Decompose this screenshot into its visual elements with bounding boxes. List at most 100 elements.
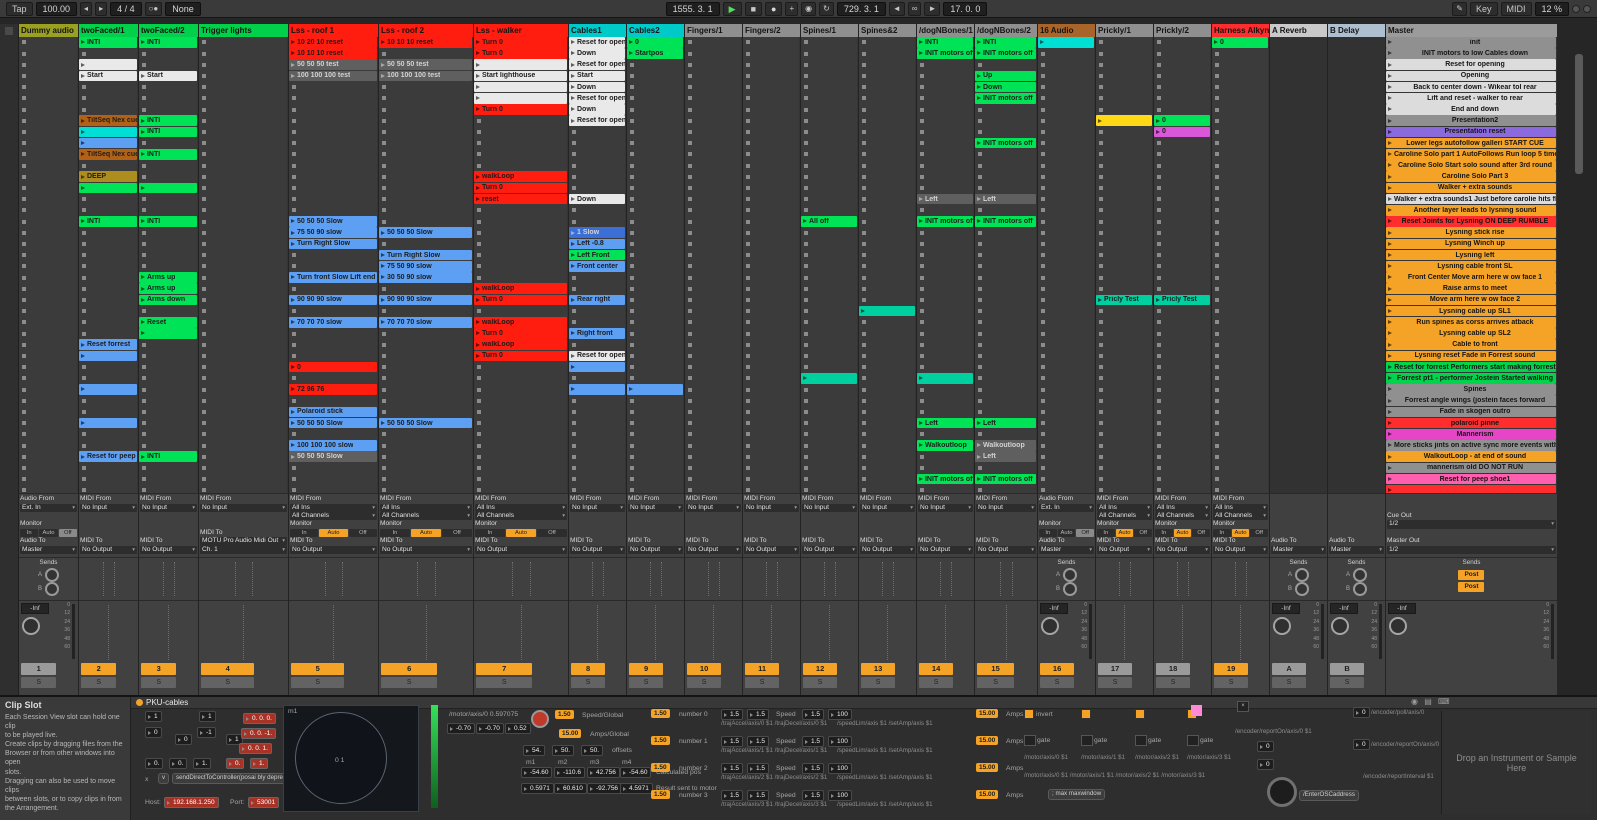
clip[interactable]: Left bbox=[975, 194, 1036, 205]
clip[interactable]: 1 Slow bbox=[569, 227, 625, 238]
clip-play-icon[interactable] bbox=[571, 298, 575, 302]
clip[interactable] bbox=[569, 362, 625, 373]
clip-play-icon[interactable] bbox=[381, 264, 385, 268]
clip[interactable]: Reset for open bbox=[569, 351, 625, 362]
invert-toggle[interactable] bbox=[1135, 709, 1145, 719]
send-knob[interactable] bbox=[1063, 582, 1077, 596]
value-box[interactable]: 100 bbox=[828, 709, 852, 720]
scene-row[interactable]: Lower legs autofollow galleri START CUE bbox=[1386, 138, 1556, 149]
clip[interactable]: Front center bbox=[569, 261, 625, 272]
value-box[interactable]: 54. bbox=[523, 745, 545, 756]
solo-button[interactable]: S bbox=[81, 677, 116, 688]
scene-play-icon[interactable] bbox=[1388, 208, 1392, 212]
track-number-arm[interactable]: 7 bbox=[476, 663, 532, 675]
clip-slot[interactable] bbox=[1154, 485, 1210, 493]
clip-play-icon[interactable] bbox=[381, 40, 385, 44]
clip-play-icon[interactable] bbox=[1214, 40, 1218, 44]
scene-row[interactable]: Opening bbox=[1386, 71, 1556, 82]
scene-row[interactable]: mannerism old DO NOT RUN bbox=[1386, 463, 1556, 474]
clip-play-icon[interactable] bbox=[141, 275, 145, 279]
solo-button[interactable]: S bbox=[803, 677, 837, 688]
clip[interactable]: INIT motors off bbox=[975, 48, 1036, 59]
track-header[interactable]: Cables2 bbox=[627, 24, 684, 37]
value-box[interactable]: 0 bbox=[1257, 759, 1274, 770]
clip-play-icon[interactable] bbox=[291, 443, 295, 447]
solo-button[interactable]: S bbox=[687, 677, 721, 688]
clip-play-icon[interactable] bbox=[919, 51, 923, 55]
track-number-arm[interactable]: 19 bbox=[1214, 663, 1248, 675]
monitor-auto-button[interactable]: Auto bbox=[1116, 529, 1134, 537]
io-dropdown[interactable]: No Output▾ bbox=[802, 546, 857, 554]
track-number-arm[interactable]: B bbox=[1330, 663, 1364, 675]
clip-play-icon[interactable] bbox=[141, 74, 145, 78]
clip-play-icon[interactable] bbox=[81, 343, 85, 347]
clip-slot[interactable] bbox=[627, 485, 683, 493]
highlight-value-box[interactable]: 1.50 bbox=[651, 790, 670, 799]
solo-button[interactable]: S bbox=[1330, 677, 1364, 688]
clip[interactable] bbox=[627, 384, 683, 395]
value-box[interactable]: -0.70 bbox=[476, 723, 504, 734]
clip-slot[interactable] bbox=[1212, 485, 1268, 493]
io-dropdown[interactable]: No Input▾ bbox=[628, 504, 683, 512]
track-header[interactable]: Dummy audio bbox=[19, 24, 78, 37]
value-box[interactable]: 1.5 bbox=[721, 790, 743, 801]
track-header[interactable]: 16 Audio bbox=[1038, 24, 1095, 37]
clip-play-icon[interactable] bbox=[291, 455, 295, 459]
monitor-off-button[interactable]: Off bbox=[349, 529, 377, 537]
clip-play-icon[interactable] bbox=[1156, 298, 1160, 302]
io-dropdown[interactable]: All Ins▾ bbox=[1213, 504, 1268, 512]
message-box[interactable]: /EnterOSCaddress bbox=[1299, 790, 1359, 801]
scene-play-icon[interactable] bbox=[1388, 466, 1392, 470]
scene-play-icon[interactable] bbox=[1388, 74, 1392, 78]
red-value-box[interactable]: 0. bbox=[226, 758, 244, 769]
toggle-box[interactable] bbox=[1081, 735, 1093, 746]
clip[interactable] bbox=[79, 384, 137, 395]
clip[interactable] bbox=[139, 328, 197, 339]
clip[interactable]: Turn front Slow Lift end bbox=[289, 272, 377, 283]
monitor-auto-button[interactable]: Auto bbox=[411, 529, 441, 537]
scene-play-icon[interactable] bbox=[1388, 488, 1392, 492]
clip[interactable] bbox=[79, 418, 137, 429]
clip[interactable]: 100 100 100 slow bbox=[289, 440, 377, 451]
clip-play-icon[interactable] bbox=[291, 275, 295, 279]
scene-play-icon[interactable] bbox=[1388, 141, 1392, 145]
clip-play-icon[interactable] bbox=[571, 264, 575, 268]
clip[interactable]: Start lighthouse bbox=[474, 71, 567, 82]
value-box[interactable]: -0.70 bbox=[447, 723, 475, 734]
clip[interactable]: Turn 0 bbox=[474, 37, 567, 48]
clip[interactable]: 90 90 90 slow bbox=[379, 295, 472, 306]
clip-slot[interactable] bbox=[474, 485, 567, 493]
clip-play-icon[interactable] bbox=[977, 40, 981, 44]
toggle-box[interactable]: × bbox=[1237, 701, 1249, 712]
volume-knob[interactable] bbox=[1041, 617, 1059, 635]
clip-play-icon[interactable] bbox=[476, 343, 480, 347]
io-dropdown[interactable]: No Input▾ bbox=[140, 504, 197, 512]
clip-play-icon[interactable] bbox=[476, 354, 480, 358]
clip-play-icon[interactable] bbox=[381, 231, 385, 235]
key-map-button[interactable]: Key bbox=[1470, 2, 1498, 16]
clip-play-icon[interactable] bbox=[571, 197, 575, 201]
solo-button[interactable]: S bbox=[476, 677, 532, 688]
red-value-box[interactable]: 1. bbox=[250, 758, 268, 769]
track-number-arm[interactable]: 17 bbox=[1098, 663, 1132, 675]
value-box[interactable]: 0 bbox=[1257, 741, 1274, 752]
clip[interactable]: INTI bbox=[139, 37, 197, 48]
highlight-value-box[interactable]: 1.50 bbox=[555, 710, 574, 719]
send-knob[interactable] bbox=[45, 582, 59, 596]
io-dropdown[interactable]: No Output▾ bbox=[80, 546, 137, 554]
clip-play-icon[interactable] bbox=[919, 197, 923, 201]
track-number-arm[interactable]: 4 bbox=[201, 663, 254, 675]
highlight-value-box[interactable]: 15.00 bbox=[976, 709, 998, 718]
red-value-box[interactable]: 0. 0. 1. bbox=[239, 743, 272, 754]
clip-play-icon[interactable] bbox=[141, 455, 145, 459]
clip[interactable]: INIT motors off bbox=[917, 474, 973, 485]
clip[interactable]: INIT motors off bbox=[975, 138, 1036, 149]
solo-button[interactable]: S bbox=[21, 677, 56, 688]
clip-play-icon[interactable] bbox=[291, 410, 295, 414]
scene-row[interactable]: Run spines as corss arrives atback bbox=[1386, 317, 1556, 328]
clip[interactable]: Up bbox=[975, 71, 1036, 82]
track-header[interactable]: twoFaced/1 bbox=[79, 24, 138, 37]
clip-slot[interactable] bbox=[685, 485, 741, 493]
clip-play-icon[interactable] bbox=[571, 331, 575, 335]
scene-play-icon[interactable] bbox=[1388, 231, 1392, 235]
